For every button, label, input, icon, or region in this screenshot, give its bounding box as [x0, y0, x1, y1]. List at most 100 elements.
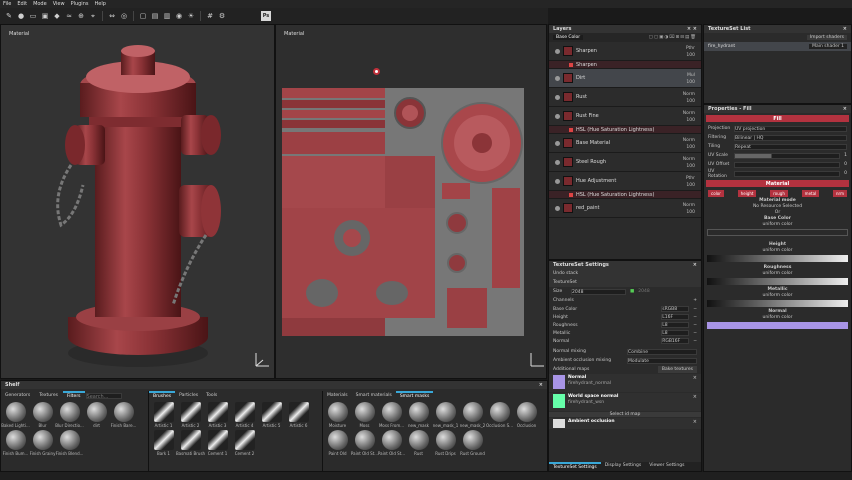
settings-icon[interactable]: ⚙ — [217, 11, 227, 21]
layer-blend[interactable]: Norm — [683, 156, 695, 163]
photoshop-export-button[interactable]: Ps — [261, 11, 271, 21]
brush-icon[interactable]: ✎ — [4, 11, 14, 21]
channel-format-dropdown[interactable]: sRGB8 — [661, 306, 690, 312]
shelf-item[interactable]: Cement 2 — [232, 430, 257, 456]
layer-effect-row[interactable]: HSL (Hue Saturation Lightness) — [549, 126, 701, 134]
size-dropdown[interactable]: 2048 — [571, 288, 626, 295]
layer-row[interactable]: Rust Fine Norm 100 — [549, 107, 701, 126]
remove-map-icon[interactable]: × — [693, 419, 697, 428]
tab-materials[interactable]: Materials — [323, 392, 352, 399]
layer-opacity[interactable]: 100 — [683, 209, 695, 216]
layer-opacity[interactable]: 100 — [686, 182, 695, 189]
layer-row[interactable]: Base Material Norm 100 — [549, 134, 701, 153]
shelf-item[interactable]: Artistic 6 — [286, 402, 311, 428]
select-id-map-button[interactable]: Select id map — [549, 412, 701, 417]
shelf-item[interactable]: Rust Drips — [433, 430, 458, 456]
add-channel-icon[interactable]: + — [693, 298, 697, 303]
eye-icon[interactable] — [555, 113, 560, 119]
shelf-item[interactable]: Occlusion — [514, 402, 539, 428]
additional-map-row[interactable]: Normal firehydrant_normal × — [549, 374, 701, 392]
smudge-icon[interactable]: ≈ — [64, 11, 74, 21]
shelf-item[interactable]: Paint Old St... — [351, 430, 378, 456]
eye-icon[interactable] — [555, 159, 560, 165]
menu-edit[interactable]: Edit — [17, 1, 27, 7]
link-icon[interactable]: ■ — [630, 289, 634, 294]
channel-format-dropdown[interactable]: L8 — [661, 330, 690, 336]
chip-rough[interactable]: rough — [770, 190, 788, 197]
remove-channel-icon[interactable]: − — [693, 323, 697, 328]
tab-brushes[interactable]: Brushes — [149, 391, 176, 400]
projection-icon[interactable]: ▣ — [40, 11, 50, 21]
layer-opacity[interactable]: 100 — [683, 144, 695, 151]
shelf-item[interactable]: Bark 1 — [151, 430, 176, 456]
shelf-item[interactable]: Cement 1 — [205, 430, 230, 456]
shelf-item[interactable]: Finish Blend... — [56, 430, 83, 456]
picker-icon[interactable]: ⌖ — [88, 11, 98, 21]
textureset-item[interactable]: fire_hydrant — [708, 44, 805, 49]
normal-swatch[interactable] — [707, 322, 848, 329]
layer-opacity[interactable]: 100 — [683, 163, 695, 170]
shelf-item[interactable]: Artistic 2 — [178, 402, 203, 428]
shelf-item[interactable]: Moss From... — [379, 402, 404, 428]
eye-icon[interactable] — [555, 205, 560, 211]
eye-icon[interactable] — [555, 178, 560, 184]
roughness-slider[interactable] — [707, 278, 848, 285]
additional-map-row[interactable]: Ambient occlusion × — [549, 418, 701, 429]
layer-opacity[interactable]: 100 — [686, 52, 695, 59]
clone-icon[interactable]: ⊕ — [76, 11, 86, 21]
view-1-icon[interactable]: ▢ — [138, 11, 148, 21]
shelf-item[interactable]: Occlusion S... — [486, 402, 513, 428]
tab-display-settings[interactable]: Display Settings — [601, 462, 645, 471]
tab-viewer-settings[interactable]: Viewer Settings — [645, 462, 688, 471]
channel-format-dropdown[interactable]: RGB16F — [661, 338, 690, 344]
eye-icon[interactable] — [555, 140, 560, 146]
shelf-item[interactable]: Basmati Brush — [176, 430, 205, 456]
menu-mode[interactable]: Mode — [33, 1, 47, 7]
bake-textures-button[interactable]: Bake textures — [657, 366, 697, 373]
screenshot-icon[interactable]: ◉ — [174, 11, 184, 21]
shelf-item[interactable]: Finish Bum... — [3, 430, 28, 456]
shelf-item[interactable]: Finish Grainy — [30, 430, 55, 456]
shelf-item[interactable]: Artistic 5 — [259, 402, 284, 428]
height-slider[interactable] — [707, 255, 848, 262]
particle-icon[interactable]: ● — [16, 11, 26, 21]
remove-map-icon[interactable]: × — [693, 375, 697, 391]
remove-channel-icon[interactable]: − — [693, 315, 697, 320]
remove-channel-icon[interactable]: − — [693, 331, 697, 336]
shelf-item[interactable]: dirt — [84, 402, 109, 428]
layer-row[interactable]: red_paint Norm 100 — [549, 199, 701, 218]
projection-dropdown[interactable]: UV projection — [734, 125, 847, 132]
shelf-item[interactable]: Moss — [352, 402, 377, 428]
shelf-item[interactable]: new_mask_1 — [433, 402, 458, 428]
close-icon[interactable]: × — [843, 26, 847, 32]
layer-opacity[interactable]: 100 — [683, 98, 695, 105]
view-2-icon[interactable]: ▤ — [150, 11, 160, 21]
shelf-item[interactable]: Paint Old — [325, 430, 350, 456]
tab-textures[interactable]: Textures — [35, 392, 62, 399]
tab-smart-materials[interactable]: Smart materials — [352, 392, 396, 399]
tab-smart-masks[interactable]: Smart masks — [395, 391, 434, 400]
menu-view[interactable]: View — [53, 1, 65, 7]
chip-nrm[interactable]: nrm — [832, 190, 847, 197]
shelf-item[interactable]: Blur Directio... — [55, 402, 84, 428]
remove-map-icon[interactable]: × — [693, 394, 697, 410]
grid-icon[interactable]: # — [205, 11, 215, 21]
shelf-item[interactable]: Artistic 4 — [232, 402, 257, 428]
filtering-dropdown[interactable]: Bilinear | HQ — [734, 134, 847, 141]
menu-help[interactable]: Help — [94, 1, 105, 7]
shelf-item[interactable]: Rust Ground — [460, 430, 485, 456]
shelf-item[interactable]: Artistic 3 — [205, 402, 230, 428]
channel-format-dropdown[interactable]: L16F — [661, 314, 690, 320]
shelf-item[interactable]: Paint Old St... — [378, 430, 405, 456]
tab-filters[interactable]: Filters — [63, 391, 85, 400]
close-icon[interactable]: × × — [687, 26, 697, 32]
remove-channel-icon[interactable]: − — [693, 307, 697, 312]
uv-scale-slider[interactable] — [734, 152, 841, 159]
layer-row[interactable]: Dirt Mul 100 — [549, 69, 701, 88]
camera-icon[interactable]: ◎ — [119, 11, 129, 21]
remove-channel-icon[interactable]: − — [693, 339, 697, 344]
tab-tools[interactable]: Tools — [202, 392, 221, 399]
polygon-fill-icon[interactable]: ◆ — [52, 11, 62, 21]
uv-rotation-value[interactable]: 0 — [844, 171, 847, 176]
shelf-item[interactable]: Rust — [406, 430, 431, 456]
